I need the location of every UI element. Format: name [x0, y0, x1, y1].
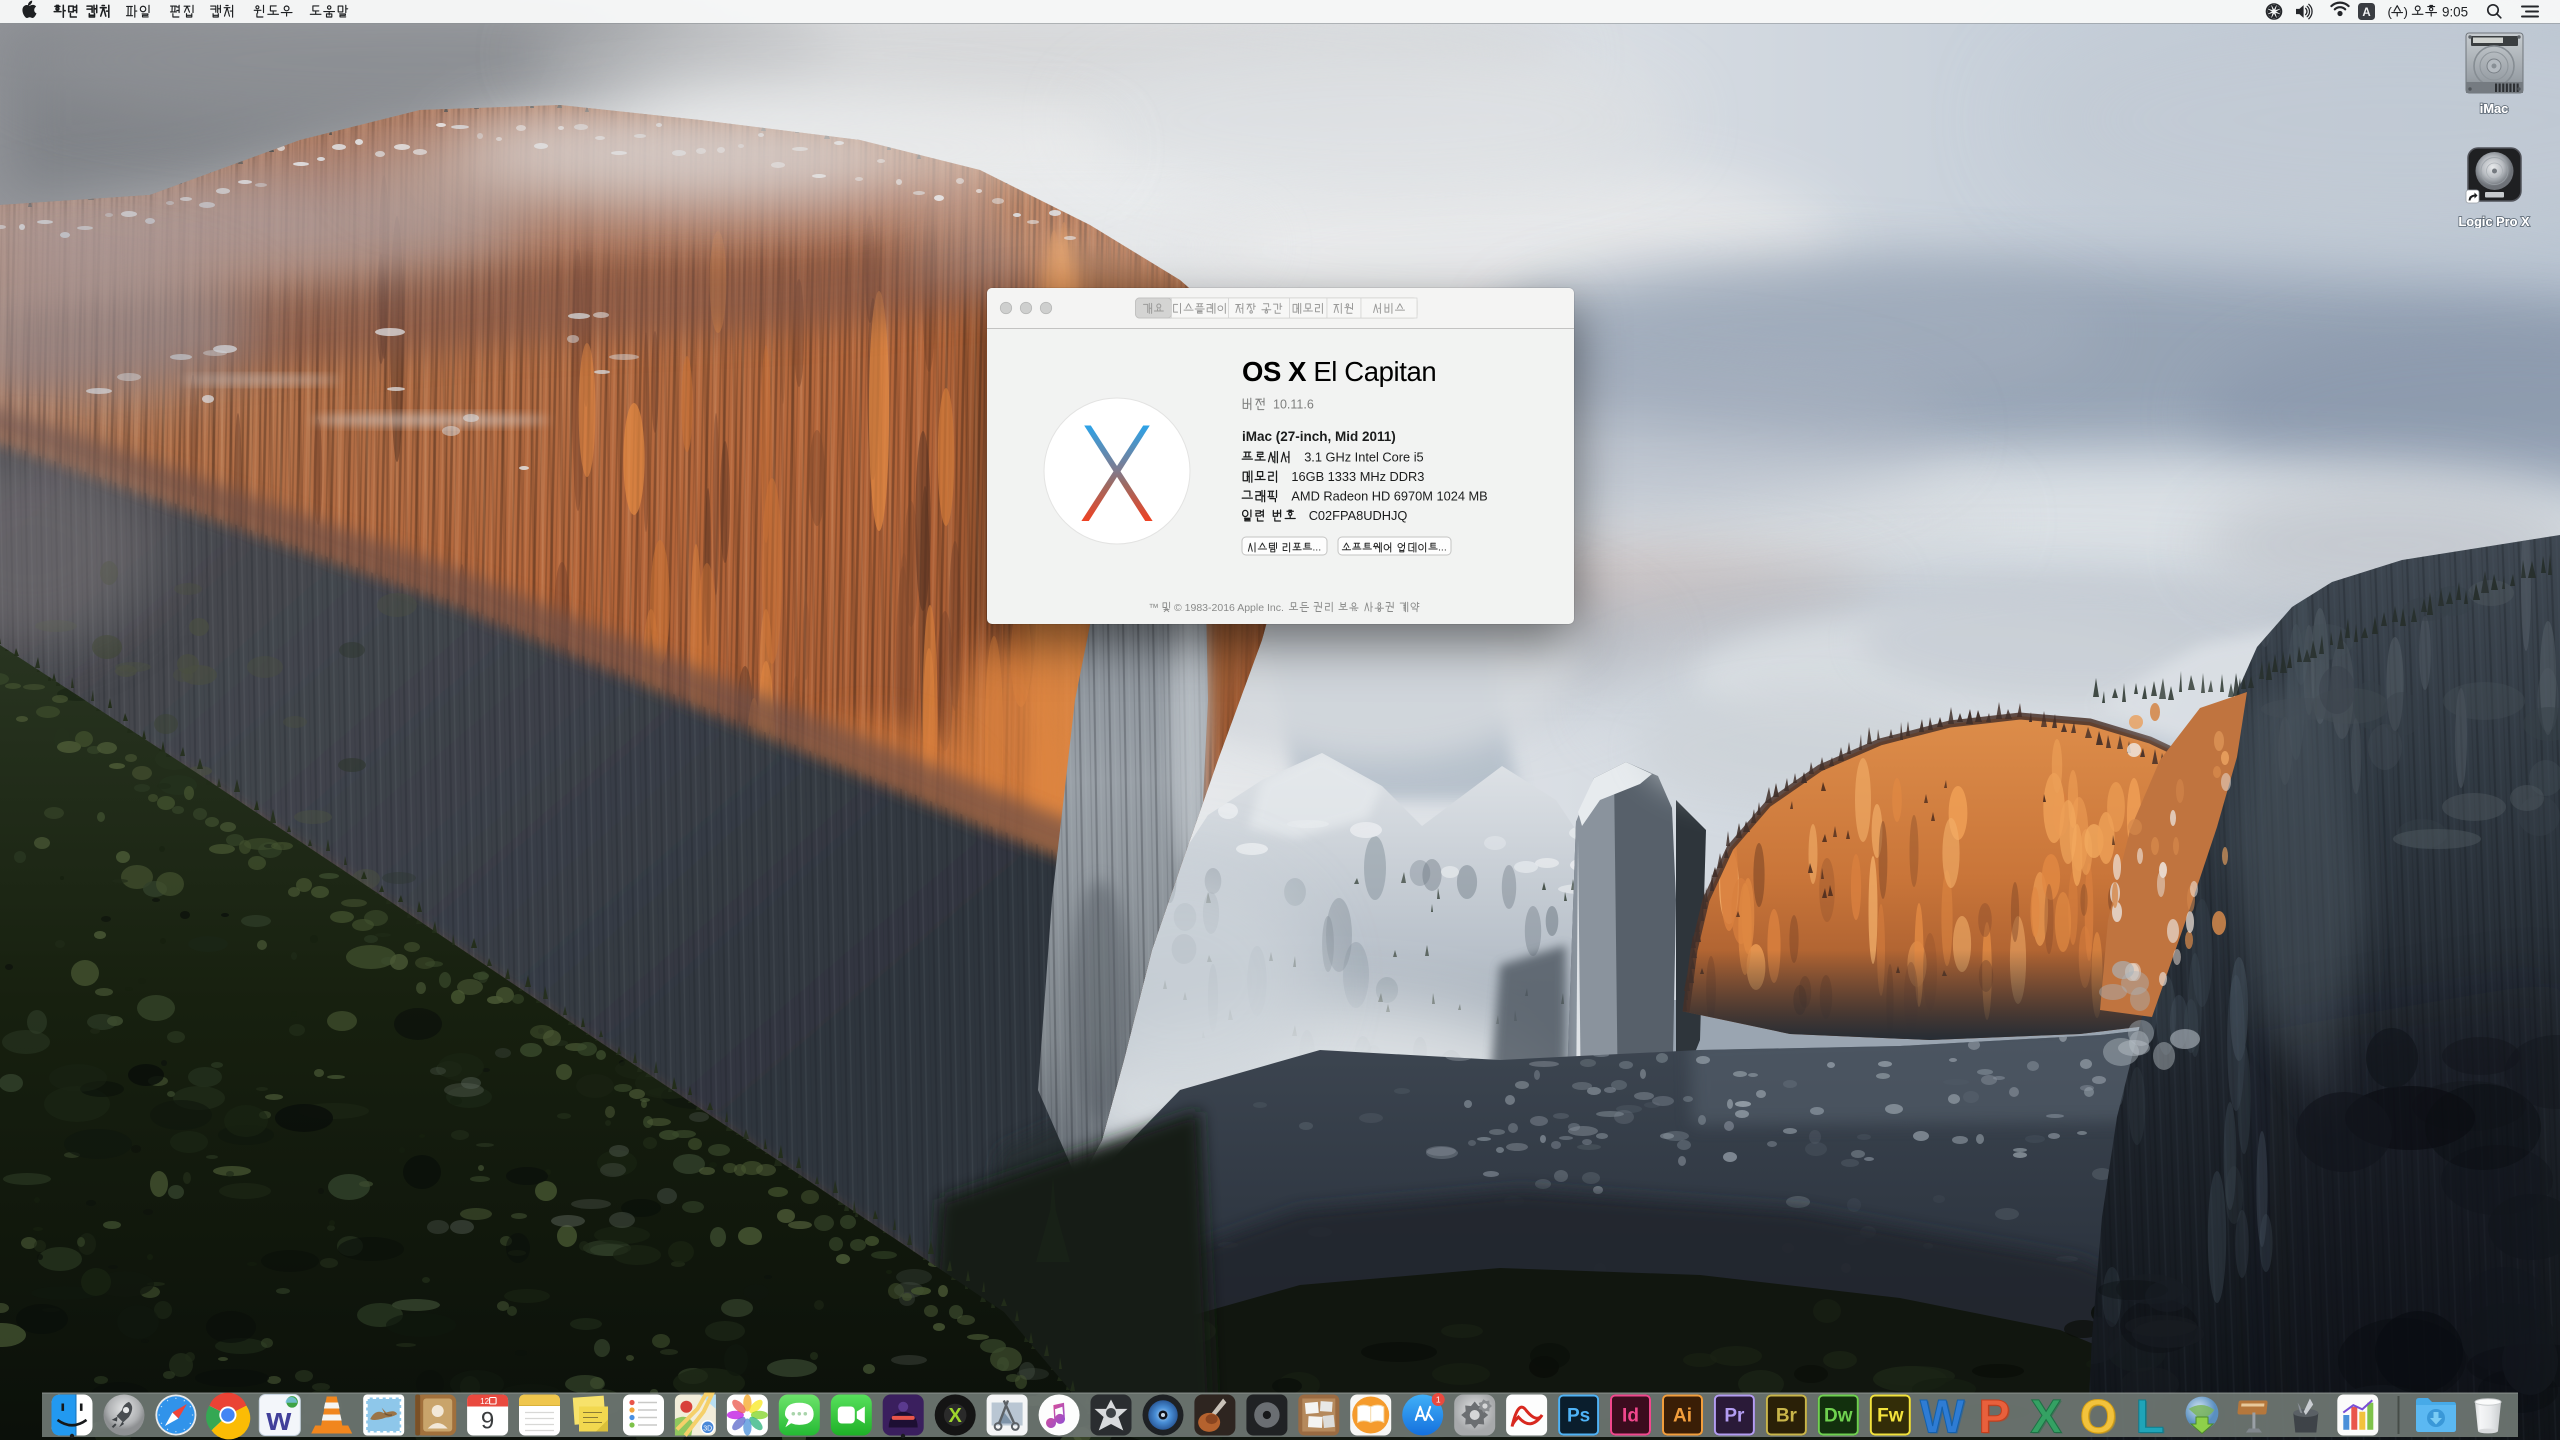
svg-text:OS X El Capitan: OS X El Capitan: [1242, 356, 1436, 387]
svg-text:3.1 GHz Intel Core i5: 3.1 GHz Intel Core i5: [1304, 450, 1424, 465]
svg-text:O: O: [2080, 1390, 2117, 1440]
svg-text:A: A: [2362, 7, 2370, 19]
svg-text:3D: 3D: [703, 1425, 712, 1432]
svg-text:12: 12: [480, 1397, 489, 1406]
svg-text:.: .: [1355, 602, 1358, 614]
svg-text:AMD Radeon HD 6970M 1024 MB: AMD Radeon HD 6970M 1024 MB: [1291, 489, 1487, 504]
svg-text:P: P: [1979, 1390, 2010, 1440]
svg-text:16GB 1333 MHz DDR3: 16GB 1333 MHz DDR3: [1291, 469, 1424, 484]
svg-text:L: L: [2136, 1390, 2165, 1440]
svg-text:w: w: [265, 1401, 291, 1437]
svg-text:): ): [2404, 5, 2408, 20]
svg-text:Logic Pro X: Logic Pro X: [2458, 214, 2530, 228]
svg-text:iMac (27-inch, Mid 2011): iMac (27-inch, Mid 2011): [1242, 429, 1396, 444]
svg-text:Dw: Dw: [1824, 1406, 1853, 1427]
svg-text:9:05: 9:05: [2442, 5, 2468, 20]
svg-text:(: (: [2388, 5, 2393, 20]
svg-text:...: ...: [1312, 542, 1321, 554]
svg-text:1: 1: [1436, 1395, 1441, 1405]
svg-text:© 1983-2016 Apple Inc.: © 1983-2016 Apple Inc.: [1174, 602, 1284, 614]
svg-text:X: X: [949, 1405, 963, 1427]
svg-text:9: 9: [481, 1408, 494, 1435]
svg-text:Id: Id: [1622, 1406, 1639, 1427]
svg-text:Ai: Ai: [1673, 1406, 1692, 1427]
svg-text:Fw: Fw: [1877, 1406, 1904, 1427]
svg-text:™: ™: [1149, 602, 1160, 614]
svg-text:...: ...: [1438, 542, 1447, 554]
svg-text:Br: Br: [1776, 1406, 1798, 1427]
svg-text:C02FPA8UDHJQ: C02FPA8UDHJQ: [1309, 508, 1408, 523]
svg-text:Ps: Ps: [1567, 1406, 1590, 1427]
svg-text:Pr: Pr: [1724, 1406, 1745, 1427]
svg-text:X: X: [2030, 1390, 2061, 1440]
svg-text:iMac: iMac: [2480, 101, 2508, 116]
svg-text:10.11.6: 10.11.6: [1273, 398, 1314, 412]
svg-text:W: W: [1920, 1390, 1965, 1440]
